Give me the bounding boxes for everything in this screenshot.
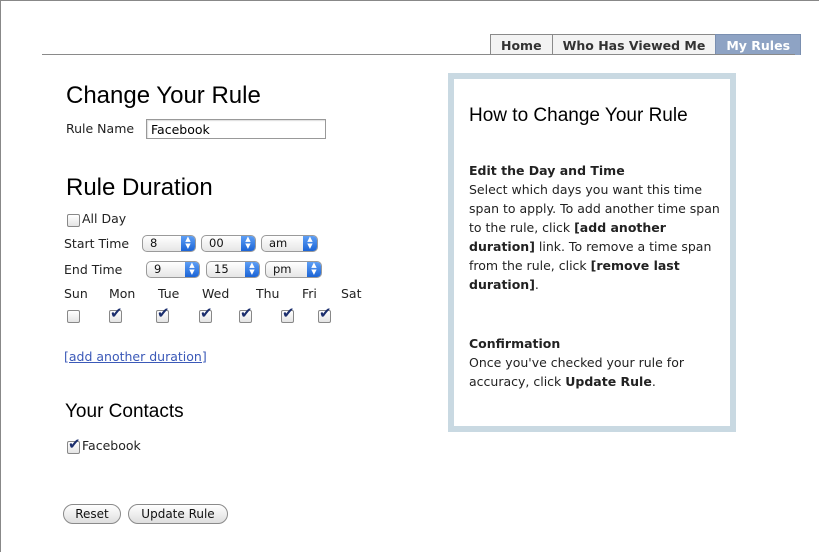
rule-name-label: Rule Name bbox=[66, 121, 135, 136]
page-title: Change Your Rule bbox=[66, 82, 261, 109]
start-ampm-value: am bbox=[269, 236, 288, 250]
day-checkbox-wed[interactable]: ✔ bbox=[199, 306, 213, 323]
start-ampm-select[interactable]: am ▲ ▼ bbox=[261, 235, 318, 252]
contact-checkbox-facebook[interactable]: ✔ bbox=[67, 437, 81, 454]
day-label-sat: Sat bbox=[341, 286, 362, 301]
all-day-label: All Day bbox=[82, 211, 127, 226]
day-label-thu: Thu bbox=[256, 286, 280, 301]
day-label-tue: Tue bbox=[158, 286, 180, 301]
day-label-mon: Mon bbox=[109, 286, 136, 301]
start-time-label: Start Time bbox=[64, 236, 130, 251]
day-checkbox-mon[interactable]: ✔ bbox=[109, 306, 123, 323]
all-day-checkbox[interactable] bbox=[67, 214, 80, 227]
help-section-day-time: Edit the Day and Time Select which days y… bbox=[469, 161, 721, 294]
day-checkbox-tue[interactable]: ✔ bbox=[156, 306, 170, 323]
help-section1-text-c: . bbox=[534, 277, 539, 292]
add-another-duration-link[interactable]: [add another duration] bbox=[64, 349, 207, 364]
tab-my-rules[interactable]: My Rules bbox=[715, 34, 802, 55]
reset-button[interactable]: Reset bbox=[63, 504, 121, 524]
select-arrows-icon: ▲ ▼ bbox=[303, 236, 317, 251]
tab-who-has-viewed-me[interactable]: Who Has Viewed Me bbox=[551, 34, 717, 55]
end-hour-value: 9 bbox=[154, 262, 162, 276]
end-ampm-select[interactable]: pm ▲ ▼ bbox=[265, 261, 322, 278]
help-section2-title: Confirmation bbox=[469, 336, 561, 351]
select-arrows-icon: ▲ ▼ bbox=[241, 236, 255, 251]
checkmark-icon: ✔ bbox=[282, 304, 295, 322]
window-left-border bbox=[0, 0, 1, 552]
checkmark-icon: ✔ bbox=[157, 304, 170, 322]
checkmark-icon: ✔ bbox=[319, 304, 332, 322]
rule-name-input[interactable] bbox=[146, 119, 326, 139]
contact-label-facebook: Facebook bbox=[82, 438, 141, 453]
day-label-sun: Sun bbox=[64, 286, 88, 301]
select-arrows-icon: ▲ ▼ bbox=[185, 262, 199, 277]
select-arrows-icon: ▲ ▼ bbox=[181, 236, 195, 251]
checkmark-icon: ✔ bbox=[200, 304, 213, 322]
day-checkbox-sun[interactable] bbox=[67, 310, 80, 323]
help-panel: How to Change Your Rule Edit the Day and… bbox=[448, 73, 736, 432]
day-checkbox-sat[interactable]: ✔ bbox=[318, 306, 332, 323]
start-minute-value: 00 bbox=[209, 236, 224, 250]
start-minute-select[interactable]: 00 ▲ ▼ bbox=[201, 235, 256, 252]
end-time-label: End Time bbox=[64, 262, 123, 277]
your-contacts-title: Your Contacts bbox=[65, 401, 184, 422]
help-section2-text-b: . bbox=[651, 374, 656, 389]
update-rule-button[interactable]: Update Rule bbox=[128, 504, 228, 524]
select-arrows-icon: ▲ ▼ bbox=[245, 262, 259, 277]
day-label-wed: Wed bbox=[202, 286, 230, 301]
start-hour-value: 8 bbox=[150, 236, 158, 250]
end-minute-select[interactable]: 15 ▲ ▼ bbox=[206, 261, 260, 278]
checkmark-icon: ✔ bbox=[110, 304, 123, 322]
help-section-confirmation: Confirmation Once you've checked your rul… bbox=[469, 334, 721, 391]
window-top-border bbox=[0, 0, 819, 1]
day-label-fri: Fri bbox=[302, 286, 317, 301]
start-hour-select[interactable]: 8 ▲ ▼ bbox=[142, 235, 196, 252]
tab-divider bbox=[42, 54, 795, 55]
rule-duration-title: Rule Duration bbox=[66, 174, 213, 201]
help-section1-title: Edit the Day and Time bbox=[469, 163, 625, 178]
day-checkbox-thu[interactable]: ✔ bbox=[239, 306, 253, 323]
end-ampm-value: pm bbox=[273, 262, 292, 276]
select-arrows-icon: ▲ ▼ bbox=[307, 262, 321, 277]
end-hour-select[interactable]: 9 ▲ ▼ bbox=[146, 261, 200, 278]
checkmark-icon: ✔ bbox=[240, 304, 253, 322]
nav-tabs: Home Who Has Viewed Me My Rules bbox=[490, 34, 802, 55]
tab-home[interactable]: Home bbox=[490, 34, 553, 55]
day-checkbox-fri[interactable]: ✔ bbox=[281, 306, 295, 323]
end-minute-value: 15 bbox=[214, 262, 229, 276]
checkmark-icon: ✔ bbox=[68, 435, 81, 453]
help-section2-bold: Update Rule bbox=[565, 374, 652, 389]
help-title: How to Change Your Rule bbox=[469, 105, 688, 126]
